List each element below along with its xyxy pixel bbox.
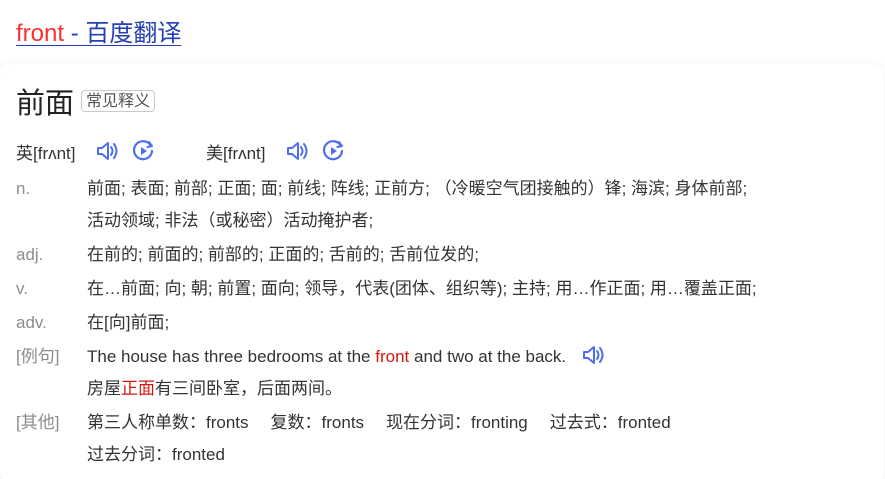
- result-title-rest: - 百度翻译: [64, 20, 182, 47]
- word-forms: 第三人称单数：fronts 复数：fronts 现在分词：fronting 过去式：f…: [87, 407, 872, 471]
- speaker-icon[interactable]: [580, 342, 606, 368]
- headword: 前面: [16, 88, 75, 120]
- search-result-page: front - 百度翻译 前面 常见释义 英[frʌnt] 美[frʌnt] n…: [0, 0, 885, 479]
- form-present-participle: 现在分词：fronting: [386, 413, 528, 432]
- pos-label: v.: [16, 279, 28, 298]
- example-en-before: The house has three bedrooms at the: [87, 347, 376, 366]
- example-zh-highlight: 正面: [121, 379, 155, 398]
- definition-text: 在前的; 前面的; 前部的; 正面的; 舌前的; 舌前位发的;: [87, 239, 872, 271]
- result-title-highlight: front: [16, 20, 65, 47]
- form-plural: 复数：fronts: [270, 413, 365, 432]
- word-forms-line-1: 第三人称单数：fronts 复数：fronts 现在分词：fronting 过去式：f…: [87, 407, 872, 439]
- example-zh-after: 有三间卧室，后面两间。: [155, 379, 342, 398]
- definition-line: 在前的; 前面的; 前部的; 正面的; 舌前的; 舌前位发的;: [87, 245, 479, 264]
- example-zh-before: 房屋: [87, 379, 121, 398]
- definition-line: 在…前面; 向; 朝; 前置; 面向; 领导，代表(团体、组织等); 主持; 用…: [87, 279, 757, 298]
- example-text: The house has three bedrooms at the fron…: [87, 341, 872, 405]
- play-circle-icon[interactable]: [320, 138, 346, 164]
- speaker-icon[interactable]: [94, 138, 120, 164]
- example-en-after: and two at the back.: [409, 347, 567, 366]
- definition-line: 前面; 表面; 前部; 正面; 面; 前线; 阵线; 正前方; （冷暖空气团接触…: [87, 179, 748, 198]
- result-title-link[interactable]: front - 百度翻译: [16, 18, 181, 50]
- phonetic-uk-text: 英[frʌnt]: [16, 143, 76, 163]
- other-label: [其他]: [16, 413, 60, 432]
- play-circle-icon[interactable]: [130, 138, 156, 164]
- form-third-person: 第三人称单数：fronts: [87, 413, 249, 432]
- definition-text: 在[向]前面;: [87, 307, 872, 339]
- phonetic-us: 美[frʌnt]: [206, 138, 346, 164]
- definition-line: 活动领域; 非法（或秘密）活动掩护者;: [87, 211, 374, 230]
- form-past-tense: 过去式：fronted: [549, 413, 671, 432]
- example-english: The house has three bedrooms at the fron…: [87, 341, 872, 373]
- common-meaning-tag: 常见释义: [81, 90, 156, 112]
- definition-text: 在…前面; 向; 朝; 前置; 面向; 领导，代表(团体、组织等); 主持; 用…: [87, 273, 872, 305]
- pos-label: adj.: [16, 245, 44, 264]
- phonetic-uk: 英[frʌnt]: [16, 138, 156, 164]
- phonetic-us-text: 美[frʌnt]: [206, 143, 266, 163]
- speaker-icon[interactable]: [284, 138, 310, 164]
- example-en-highlight: front: [375, 347, 410, 366]
- pos-label: n.: [16, 179, 31, 198]
- form-past-participle: 过去分词：fronted: [87, 445, 225, 464]
- definition-text: 前面; 表面; 前部; 正面; 面; 前线; 阵线; 正前方; （冷暖空气团接触…: [87, 173, 872, 237]
- example-chinese: 房屋正面有三间卧室，后面两间。: [87, 373, 872, 405]
- example-label: [例句]: [16, 347, 60, 366]
- pos-label: adv.: [16, 313, 47, 332]
- definition-line: 在[向]前面;: [87, 313, 170, 332]
